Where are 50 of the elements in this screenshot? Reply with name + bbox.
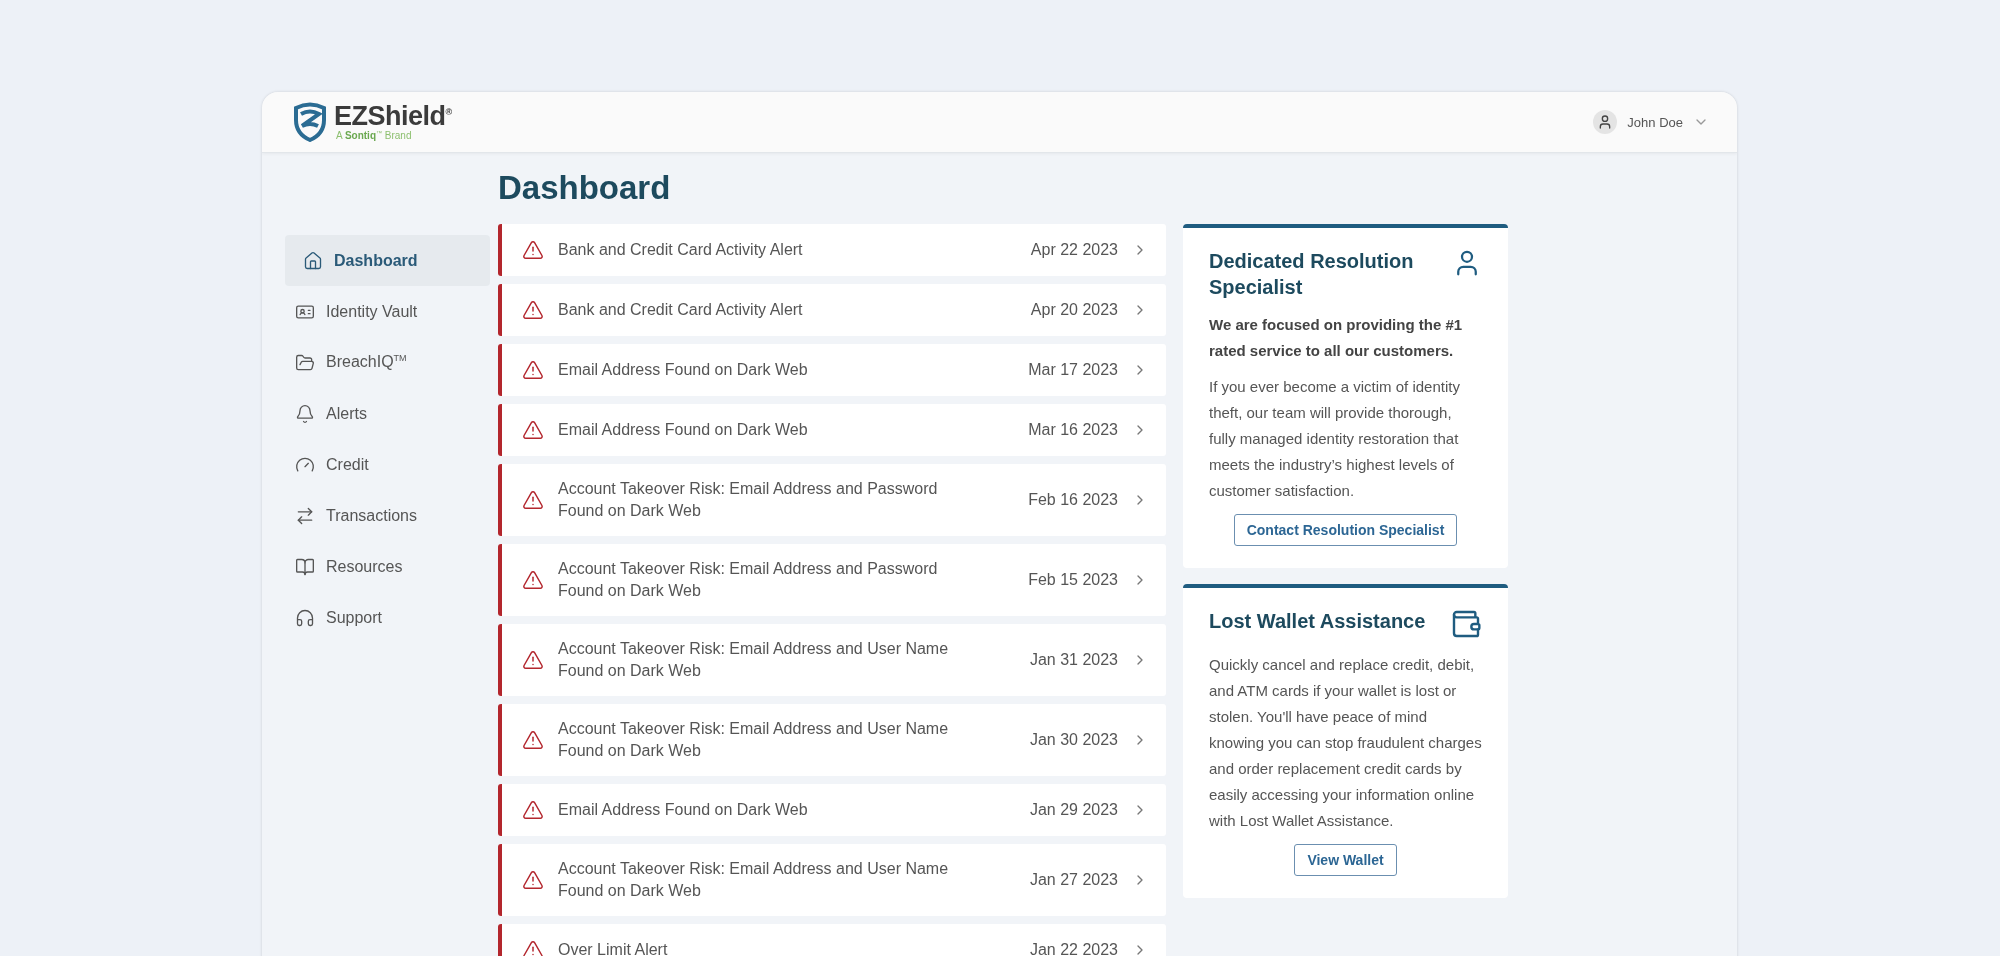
warning-icon (522, 489, 544, 511)
alert-row[interactable]: Account Takeover Risk: Email Address and User Name Found on Dark Web Jan 31 2023 (498, 624, 1166, 696)
logo-tagline: A Sontiq$^{™}$ Brand (336, 129, 413, 142)
alert-row[interactable]: Email Address Found on Dark Web Mar 17 2023 (498, 344, 1166, 396)
warning-icon (522, 239, 544, 261)
card-button[interactable]: Contact Resolution Specialist (1233, 514, 1458, 546)
shield-logo-icon (292, 102, 328, 142)
sidebar-item[interactable]: Transactions (285, 490, 490, 541)
alert-row[interactable]: Account Takeover Risk: Email Address and User Name Found on Dark Web Jan 30 2023 (498, 704, 1166, 776)
card-lead-text: We are focused on providing the #1 rated service to all our customers. (1209, 315, 1464, 361)
warning-icon (522, 569, 544, 591)
alert-row[interactable]: Bank and Credit Card Activity Alert Apr 22 2023 (498, 224, 1166, 276)
logo-wordmark: EZShield$^{®}$ (334, 102, 452, 130)
sidebar-item[interactable]: Identity Vault (285, 286, 490, 337)
house-icon (303, 250, 323, 271)
alert-row[interactable]: Account Takeover Risk: Email Address and Password Found on Dark Web Feb 16 2023 (498, 464, 1166, 536)
alert-row[interactable]: Account Takeover Risk: Email Address and Password Found on Dark Web Feb 15 2023 (498, 544, 1166, 616)
user-menu[interactable]: John Doe (1593, 110, 1709, 134)
warning-icon (522, 939, 544, 956)
sidebar-item[interactable]: Resources (285, 541, 490, 592)
alert-row[interactable]: Account Takeover Risk: Email Address and User Name Found on Dark Web Jan 27 2023 (498, 844, 1166, 916)
warning-icon (522, 649, 544, 671)
folder-icon (295, 352, 315, 373)
sidebar-item[interactable]: Alerts (285, 388, 490, 439)
alert-row[interactable]: Email Address Found on Dark Web Jan 29 2023 (498, 784, 1166, 836)
alert-row[interactable]: Over Limit Alert Jan 22 2023 (498, 924, 1166, 956)
alert-row[interactable]: Email Address Found on Dark Web Mar 16 2023 (498, 404, 1166, 456)
book-icon (295, 556, 315, 577)
card-title: Lost Wallet Assistance (1209, 609, 1426, 634)
avatar-icon (1593, 110, 1618, 134)
wallet-icon (1450, 608, 1482, 640)
warning-icon (522, 419, 544, 441)
arrows-icon (295, 505, 315, 526)
card-text: Quickly cancel and replace credit, debit, and ATM cards if your wallet is lost or stolen. You'll have peace of mind knowing you can stop fraudulent charges and order replacement credit cards by easily accessing your information online with Lost Wallet Assistance. (1209, 655, 1482, 831)
warning-icon (522, 869, 544, 891)
warning-icon (522, 729, 544, 751)
card-button[interactable]: View Wallet (1294, 844, 1397, 876)
sidebar-item[interactable]: Dashboard (285, 235, 490, 286)
card-title: Dedicated Resolution Specialist (1209, 249, 1415, 300)
alert-row[interactable]: Bank and Credit Card Activity Alert Apr 20 2023 (498, 284, 1166, 336)
headset-icon (295, 607, 315, 628)
sidebar-item[interactable]: BreachIQ$^{TM}$ (285, 337, 490, 388)
warning-icon (522, 359, 544, 381)
warning-icon (522, 799, 544, 821)
bell-icon (295, 403, 315, 424)
page-title: Dashboard (498, 168, 672, 208)
card-text: If you ever become a victim of identity theft, our team will provide thorough, fully managed identity restoration that meets the industry’s highest levels of customer satisfaction. (1209, 377, 1461, 501)
sidebar-item[interactable]: Credit (285, 439, 490, 490)
sidebar-item[interactable]: Support (285, 592, 490, 643)
warning-icon (522, 299, 544, 321)
